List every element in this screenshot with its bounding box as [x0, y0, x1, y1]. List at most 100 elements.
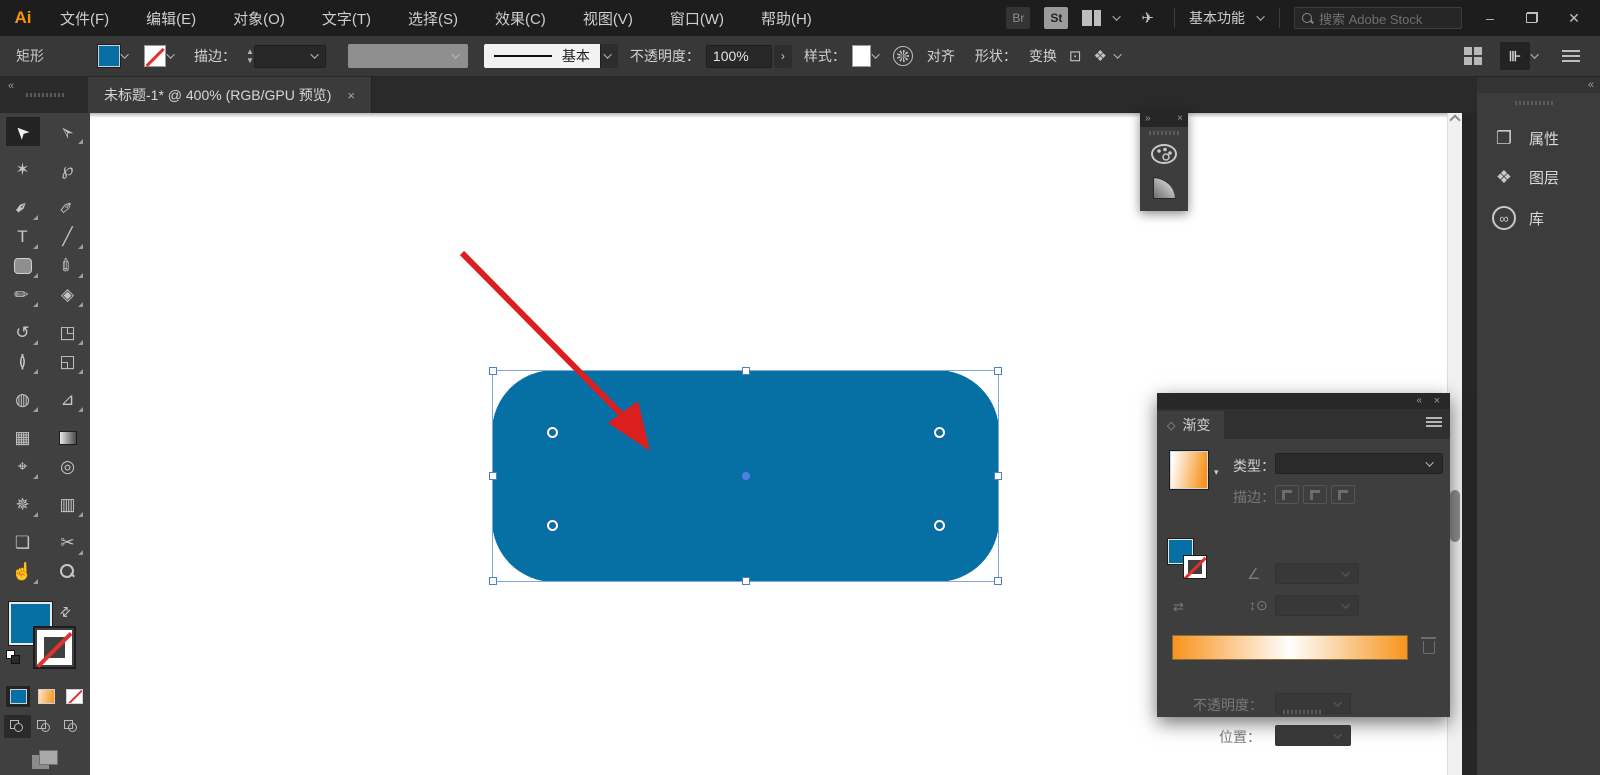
- corner-radius-widget[interactable]: [547, 427, 558, 438]
- menu-item-2[interactable]: 对象(O): [233, 8, 285, 29]
- artboard-tool[interactable]: ❏: [6, 528, 40, 557]
- restore-button[interactable]: [1518, 10, 1546, 26]
- search-input[interactable]: 搜索 Adobe Stock: [1294, 7, 1462, 29]
- expand-dock-icon[interactable]: «: [1588, 79, 1592, 91]
- menu-item-0[interactable]: 文件(F): [60, 8, 109, 29]
- chevron-down-icon[interactable]: [1113, 12, 1121, 20]
- blend-tool[interactable]: ◎: [51, 452, 85, 481]
- isolate-selected-icon[interactable]: ⊡: [1069, 47, 1082, 65]
- shape-builder-tool[interactable]: ◍: [6, 385, 40, 414]
- selection-handle[interactable]: [489, 577, 497, 585]
- collapse-toolbar-icon[interactable]: «: [8, 80, 12, 92]
- share-icon[interactable]: ✈: [1141, 9, 1154, 27]
- scale-tool[interactable]: ◳: [51, 318, 85, 347]
- menu-list-icon[interactable]: [1562, 50, 1580, 62]
- gradient-button[interactable]: [34, 686, 58, 707]
- collapse-panel-icon[interactable]: «: [1416, 395, 1420, 406]
- menu-item-4[interactable]: 选择(S): [408, 8, 458, 29]
- chevron-down-icon[interactable]: [871, 50, 879, 58]
- perspective-grid-tool[interactable]: ⊿: [51, 385, 85, 414]
- slice-tool[interactable]: ✂: [51, 528, 85, 557]
- chevron-down-icon[interactable]: ▾: [1214, 467, 1219, 478]
- selection-handle[interactable]: [742, 367, 750, 375]
- scrollbar-thumb[interactable]: [1450, 490, 1460, 542]
- selection-handle[interactable]: [994, 577, 1002, 585]
- gradient-fill-swatch[interactable]: [1170, 451, 1208, 489]
- chevron-down-icon[interactable]: [1530, 50, 1538, 58]
- eraser-tool[interactable]: ◈: [51, 280, 85, 309]
- selection-handle[interactable]: [489, 472, 497, 480]
- chevron-down-icon[interactable]: [120, 50, 128, 58]
- tab-gradient[interactable]: ◇ 渐变: [1157, 411, 1224, 439]
- magic-wand-tool[interactable]: ✶: [6, 155, 40, 184]
- panel-resize-grip[interactable]: [1283, 710, 1323, 714]
- corner-radius-widget[interactable]: [934, 427, 945, 438]
- curvature-tool[interactable]: ✑: [51, 193, 85, 222]
- fill-stroke-indicator[interactable]: [1168, 539, 1214, 585]
- menu-item-6[interactable]: 视图(V): [583, 8, 633, 29]
- eyedropper-tool[interactable]: ⌖: [6, 452, 40, 481]
- recolor-artwork-icon[interactable]: [893, 46, 913, 66]
- close-button[interactable]: ✕: [1560, 10, 1588, 27]
- document-tab[interactable]: 未标题-1* @ 400% (RGB/GPU 预览) ×: [88, 77, 372, 113]
- swap-fill-stroke-icon[interactable]: ⇄: [56, 602, 75, 621]
- stroke-color-proxy[interactable]: [33, 626, 76, 669]
- rotate-tool[interactable]: ↺: [6, 318, 40, 347]
- menu-item-5[interactable]: 效果(C): [495, 8, 546, 29]
- opacity-value[interactable]: 100%: [706, 45, 772, 68]
- rectangle-tool[interactable]: [6, 251, 40, 280]
- selection-handle[interactable]: [742, 577, 750, 585]
- pen-tool[interactable]: ✒: [6, 193, 40, 222]
- column-graph-tool[interactable]: ▥: [51, 490, 85, 519]
- change-screen-mode-button[interactable]: [32, 750, 58, 772]
- line-segment-tool[interactable]: ╱: [51, 222, 85, 251]
- color-panel-button[interactable]: [1140, 137, 1188, 171]
- workspace-switcher[interactable]: 基本功能: [1189, 8, 1245, 28]
- selection-handle[interactable]: [994, 367, 1002, 375]
- panel-menu-icon[interactable]: [1426, 417, 1442, 427]
- dock-item-layers[interactable]: ❖图层: [1477, 158, 1600, 197]
- hand-tool[interactable]: ☝: [6, 557, 40, 586]
- selection-handle[interactable]: [994, 472, 1002, 480]
- menu-item-7[interactable]: 窗口(W): [670, 8, 724, 29]
- scroll-up-icon[interactable]: [1449, 114, 1460, 125]
- draw-inside-button[interactable]: [58, 715, 85, 738]
- gradient-type-dropdown[interactable]: [1275, 453, 1443, 474]
- draw-behind-button[interactable]: [31, 715, 58, 738]
- lasso-tool[interactable]: ℘: [51, 155, 85, 184]
- center-point[interactable]: [742, 472, 750, 480]
- arrange-grid-icon[interactable]: [1464, 47, 1482, 65]
- menu-item-3[interactable]: 文字(T): [322, 8, 371, 29]
- zoom-tool[interactable]: [51, 557, 85, 586]
- close-panel-icon[interactable]: ×: [1434, 395, 1440, 407]
- stroke-color-swatch[interactable]: [144, 45, 166, 67]
- stock-icon[interactable]: St: [1044, 7, 1068, 29]
- panel-cycle-icon[interactable]: ◇: [1167, 419, 1175, 432]
- direct-selection-tool[interactable]: ➢: [51, 117, 85, 146]
- corner-radius-widget[interactable]: [934, 520, 945, 531]
- fill-color-swatch[interactable]: [98, 45, 120, 67]
- symbol-sprayer-tool[interactable]: ✵: [6, 490, 40, 519]
- workspace-panel-toggle[interactable]: ⊪: [1500, 42, 1530, 70]
- menu-item-8[interactable]: 帮助(H): [761, 8, 812, 29]
- dock-grip[interactable]: [1515, 101, 1555, 105]
- free-transform-tool[interactable]: ◱: [51, 347, 85, 376]
- arrange-documents-icon[interactable]: [1082, 10, 1101, 26]
- toolbar-grip[interactable]: [26, 93, 66, 97]
- selection-handle[interactable]: [489, 367, 497, 375]
- close-panel-icon[interactable]: ×: [1177, 113, 1183, 124]
- select-similar-icon[interactable]: ❖: [1094, 47, 1107, 65]
- color-button[interactable]: [6, 686, 30, 707]
- gradient-tool[interactable]: [51, 423, 85, 452]
- close-tab-icon[interactable]: ×: [347, 88, 355, 103]
- type-tool[interactable]: T: [6, 222, 40, 251]
- draw-normal-button[interactable]: [4, 715, 31, 738]
- dock-item-properties[interactable]: ❐属性: [1477, 119, 1600, 158]
- menu-item-1[interactable]: 编辑(E): [146, 8, 196, 29]
- default-fill-stroke-icon[interactable]: [6, 650, 22, 666]
- shaper-tool[interactable]: ✎: [6, 280, 40, 309]
- mesh-tool[interactable]: ▦: [6, 423, 40, 452]
- expand-panel-icon[interactable]: »: [1145, 113, 1151, 124]
- gradient-slider[interactable]: [1172, 635, 1408, 660]
- width-tool[interactable]: ≬: [6, 347, 40, 376]
